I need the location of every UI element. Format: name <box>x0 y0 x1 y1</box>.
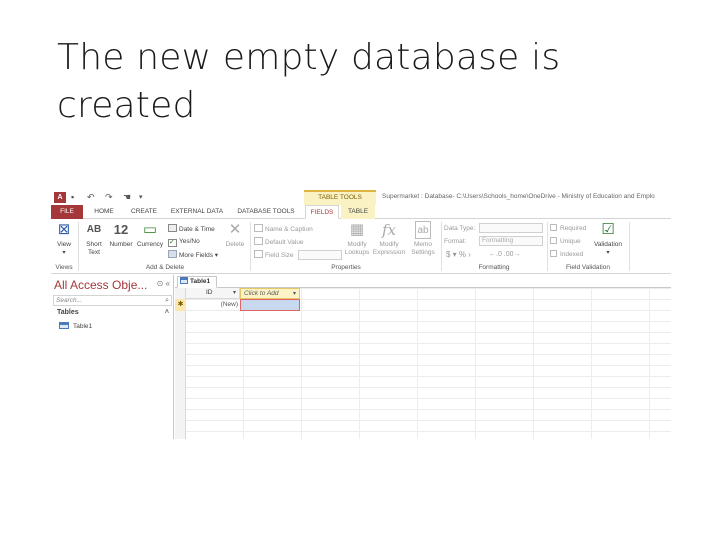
tab-external-data[interactable]: EXTERNAL DATA <box>167 205 227 219</box>
column-header-click-to-add[interactable]: Click to Add ▾ <box>240 288 300 299</box>
view-button[interactable]: ⊠ View ▾ <box>53 221 75 257</box>
name-caption-icon <box>254 224 263 232</box>
chevron-up-icon: ˄ <box>164 309 169 316</box>
data-type-label: Data Type: <box>444 225 476 232</box>
ribbon-tabs: FILE HOME CREATE EXTERNAL DATA DATABASE … <box>51 205 671 219</box>
redo-icon[interactable]: ↷ <box>105 192 113 203</box>
nav-search-input[interactable]: Search... ⌕ <box>53 295 172 306</box>
delete-button[interactable]: ✕ Delete <box>223 221 247 249</box>
modify-expression-button[interactable]: fx Modify Expression <box>372 221 406 257</box>
tab-file[interactable]: FILE <box>51 205 83 219</box>
more-fields-icon <box>168 250 177 258</box>
more-fields-button[interactable]: More Fields ▾ <box>168 250 218 260</box>
currency-format-icon[interactable]: $ ▾ % › <box>446 250 471 259</box>
document-tab-table1[interactable]: Table1 <box>177 276 217 288</box>
slide-title: The new empty database is created <box>57 37 561 126</box>
format-label: Format: <box>444 238 467 245</box>
view-label: View <box>57 241 71 248</box>
nav-menu-icon[interactable]: ⊙ <box>157 279 164 288</box>
validation-button[interactable]: ☑ Validation ▾ <box>591 221 625 257</box>
nav-group-tables[interactable]: Tables ˄ <box>57 309 169 316</box>
default-value-button[interactable]: Default Value <box>254 237 304 247</box>
group-label-properties: Properties <box>331 264 361 271</box>
yes-no-button[interactable]: ✓ Yes/No <box>168 237 200 247</box>
customize-qat-icon[interactable]: ▾ <box>139 192 143 203</box>
short-text-icon: AB <box>86 224 102 235</box>
field-size-input[interactable] <box>298 250 342 260</box>
undo-icon[interactable]: ↶ <box>87 192 95 203</box>
memo-icon: ab <box>415 221 431 239</box>
currency-button[interactable]: ▭ Currency <box>135 221 165 249</box>
view-icon: ⊠ <box>57 221 71 238</box>
tab-home[interactable]: HOME <box>89 205 119 219</box>
column-header-id[interactable]: ID ▾ <box>186 288 240 299</box>
group-label-field-validation: Field Validation <box>566 264 610 271</box>
selected-cell[interactable] <box>240 299 300 311</box>
title-bar: A ▪ ↶ ↷ ☚ ▾ TABLE TOOLS Supermarket : Da… <box>51 190 671 205</box>
required-checkbox[interactable]: Required <box>550 224 586 233</box>
decimal-places-icon[interactable]: ←.0 .00→ <box>489 250 521 259</box>
memo-settings-button[interactable]: ab Memo Settings <box>407 221 439 257</box>
calendar-icon <box>168 224 177 232</box>
unique-checkbox[interactable]: Unique <box>550 237 581 246</box>
indexed-checkbox[interactable]: Indexed <box>550 250 583 259</box>
number-button[interactable]: 12 Number <box>107 221 135 249</box>
date-time-button[interactable]: Date & Time <box>168 224 215 234</box>
datasheet-view: Table1 ID ▾ Click to Add ▾ ✱ (New) <box>175 275 671 439</box>
table-icon <box>180 277 188 284</box>
number-icon: 12 <box>113 222 129 237</box>
access-window: A ▪ ↶ ↷ ☚ ▾ TABLE TOOLS Supermarket : Da… <box>51 190 671 439</box>
collapse-pane-icon[interactable]: « <box>166 279 170 288</box>
format-select[interactable]: Formatting <box>479 236 543 246</box>
data-type-select[interactable] <box>479 223 543 233</box>
sort-dropdown-icon[interactable]: ▾ <box>233 288 236 298</box>
add-field-dropdown-icon[interactable]: ▾ <box>293 289 296 299</box>
name-caption-button[interactable]: Name & Caption <box>254 224 313 234</box>
tab-create[interactable]: CREATE <box>127 205 161 219</box>
modify-lookups-icon: ▦ <box>349 221 365 238</box>
nav-item-table1[interactable]: Table1 <box>59 322 92 330</box>
tab-fields[interactable]: FIELDS <box>305 205 339 219</box>
checkbox-icon: ✓ <box>168 239 177 247</box>
short-text-button[interactable]: AB Short Text <box>81 221 107 257</box>
access-logo-icon: A <box>54 192 66 203</box>
field-size-button[interactable]: Field Size <box>254 250 294 260</box>
field-size-icon <box>254 250 263 258</box>
table-icon <box>59 322 69 329</box>
touch-mode-icon[interactable]: ☚ <box>123 192 131 203</box>
group-label-add-delete: Add & Delete <box>145 264 185 271</box>
delete-icon: ✕ <box>228 221 242 238</box>
currency-icon: ▭ <box>142 221 158 238</box>
nav-pane-header[interactable]: All Access Obje... <box>54 278 147 292</box>
modify-lookups-button[interactable]: ▦ Modify Lookups <box>343 221 371 257</box>
table-tools-label: TABLE TOOLS <box>304 190 376 205</box>
window-title: Supermarket : Database- C:\Users\Schools… <box>382 193 655 200</box>
new-record-id-cell[interactable]: (New) <box>186 299 240 311</box>
group-label-views: Views <box>55 264 73 271</box>
validation-icon: ☑ <box>601 221 615 238</box>
search-icon: ⌕ <box>165 297 169 304</box>
group-label-formatting: Formatting <box>478 264 510 271</box>
tab-table[interactable]: TABLE <box>341 205 375 219</box>
navigation-pane: All Access Obje... ⊙ « Search... ⌕ Table… <box>51 275 174 439</box>
ribbon: ⊠ View ▾ Views AB Short Text 12 Number ▭ … <box>51 219 671 274</box>
save-icon[interactable]: ▪ <box>71 192 74 203</box>
default-value-icon <box>254 237 263 245</box>
fx-icon: fx <box>381 221 396 239</box>
tab-database-tools[interactable]: DATABASE TOOLS <box>235 205 297 219</box>
new-record-selector-icon[interactable]: ✱ <box>175 299 186 311</box>
